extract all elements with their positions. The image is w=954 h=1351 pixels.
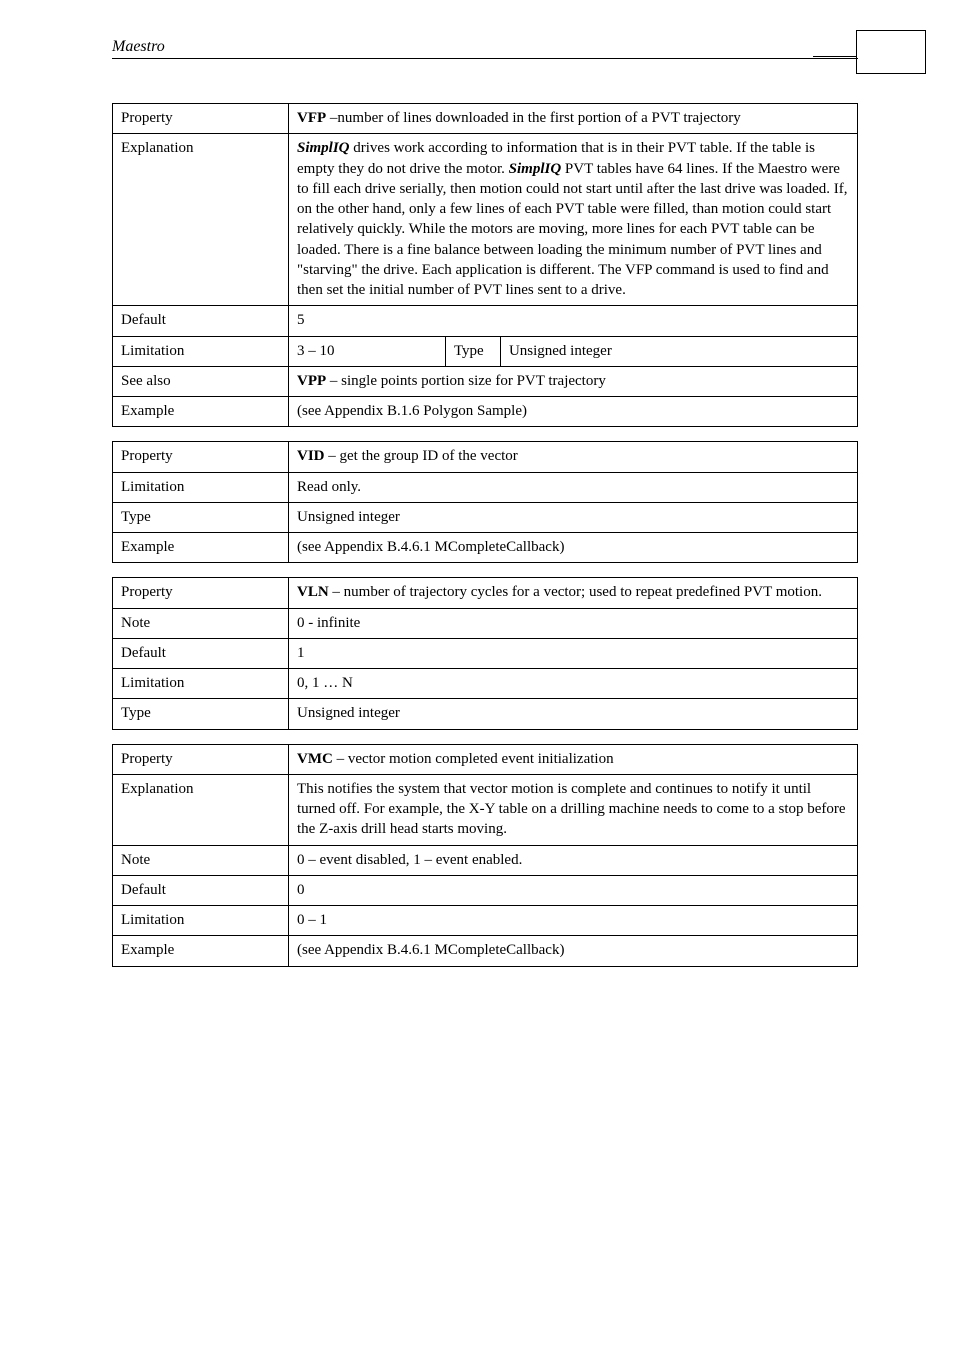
- row-label: Limitation: [113, 472, 289, 502]
- property-name: VLN: [297, 584, 329, 600]
- row-label: Default: [113, 306, 289, 336]
- page-header-title: Maestro: [112, 38, 858, 56]
- row-value: 0 – 1: [289, 906, 858, 936]
- row-value: (see Appendix B.4.6.1 MCompleteCallback): [289, 936, 858, 966]
- row-value: Unsigned integer: [289, 699, 858, 729]
- row-value: VID – get the group ID of the vector: [289, 442, 858, 472]
- table-row: Default 5: [113, 306, 858, 336]
- row-label: Limitation: [113, 336, 289, 366]
- property-name: VFP: [297, 110, 326, 126]
- row-label: See also: [113, 366, 289, 396]
- table-vln: Property VLN – number of trajectory cycl…: [112, 577, 858, 729]
- row-value: This notifies the system that vector mot…: [289, 774, 858, 845]
- see-also-desc: – single points portion size for PVT tra…: [326, 373, 606, 389]
- table-row: Type Unsigned integer: [113, 502, 858, 532]
- row-label: Limitation: [113, 906, 289, 936]
- row-label: Property: [113, 744, 289, 774]
- table-row: Property VFP –number of lines downloaded…: [113, 104, 858, 134]
- row-value: 0 - infinite: [289, 608, 858, 638]
- row-label: Property: [113, 104, 289, 134]
- see-also-name: VPP: [297, 373, 326, 389]
- row-value: Unsigned integer: [289, 502, 858, 532]
- table-row: Type Unsigned integer: [113, 699, 858, 729]
- header-rule: [112, 58, 858, 59]
- row-label: Property: [113, 578, 289, 608]
- property-name: VMC: [297, 751, 333, 767]
- table-vmc: Property VMC – vector motion completed e…: [112, 744, 858, 967]
- row-label: Note: [113, 608, 289, 638]
- row-value: VMC – vector motion completed event init…: [289, 744, 858, 774]
- table-row: Note 0 - infinite: [113, 608, 858, 638]
- table-row: Explanation This notifies the system tha…: [113, 774, 858, 845]
- row-label: Explanation: [113, 134, 289, 306]
- table-row: See also VPP – single points portion siz…: [113, 366, 858, 396]
- row-value: 0: [289, 875, 858, 905]
- row-value: VLN – number of trajectory cycles for a …: [289, 578, 858, 608]
- table-row: Note 0 – event disabled, 1 – event enabl…: [113, 845, 858, 875]
- row-value: 1: [289, 638, 858, 668]
- table-row: Example (see Appendix B.1.6 Polygon Samp…: [113, 397, 858, 427]
- table-row: Limitation 0, 1 … N: [113, 669, 858, 699]
- table-row: Property VMC – vector motion completed e…: [113, 744, 858, 774]
- row-value: SimplIQ drives work according to informa…: [289, 134, 858, 306]
- property-desc: – vector motion completed event initiali…: [333, 751, 614, 767]
- page-number-frame: [856, 30, 926, 74]
- explanation-text: PVT tables have 64 lines. If the Maestro…: [297, 161, 848, 299]
- row-label: Default: [113, 875, 289, 905]
- table-row: Property VLN – number of trajectory cycl…: [113, 578, 858, 608]
- table-row: Property VID – get the group ID of the v…: [113, 442, 858, 472]
- property-name: VID: [297, 448, 325, 464]
- table-row: Default 1: [113, 638, 858, 668]
- row-value: 0, 1 … N: [289, 669, 858, 699]
- table-row: Explanation SimplIQ drives work accordin…: [113, 134, 858, 306]
- type-value: Unsigned integer: [500, 336, 857, 366]
- table-row: Example (see Appendix B.4.6.1 MCompleteC…: [113, 533, 858, 563]
- table-vid: Property VID – get the group ID of the v…: [112, 441, 858, 563]
- row-label: Example: [113, 397, 289, 427]
- product-name: SimplIQ: [297, 140, 350, 156]
- property-desc: –number of lines downloaded in the first…: [326, 110, 741, 126]
- row-label: Type: [113, 699, 289, 729]
- table-row: Limitation Read only.: [113, 472, 858, 502]
- limitation-value: 3 – 10: [289, 336, 446, 366]
- row-label: Explanation: [113, 774, 289, 845]
- row-value: Read only.: [289, 472, 858, 502]
- row-value: 5: [289, 306, 858, 336]
- table-vfp: Property VFP –number of lines downloaded…: [112, 103, 858, 427]
- table-row: Default 0: [113, 875, 858, 905]
- row-label: Note: [113, 845, 289, 875]
- row-label: Type: [113, 502, 289, 532]
- row-label: Property: [113, 442, 289, 472]
- row-value: (see Appendix B.4.6.1 MCompleteCallback): [289, 533, 858, 563]
- row-label: Example: [113, 533, 289, 563]
- table-row: Example (see Appendix B.4.6.1 MCompleteC…: [113, 936, 858, 966]
- row-value: 0 – event disabled, 1 – event enabled.: [289, 845, 858, 875]
- row-label: Default: [113, 638, 289, 668]
- property-desc: – get the group ID of the vector: [325, 448, 518, 464]
- row-value: VPP – single points portion size for PVT…: [289, 366, 858, 396]
- type-label: Type: [445, 336, 500, 366]
- table-row: Limitation 3 – 10 Type Unsigned integer: [113, 336, 858, 366]
- row-label: Limitation: [113, 669, 289, 699]
- table-row: Limitation 0 – 1: [113, 906, 858, 936]
- property-desc: – number of trajectory cycles for a vect…: [329, 584, 822, 600]
- row-value: (see Appendix B.1.6 Polygon Sample): [289, 397, 858, 427]
- row-value: VFP –number of lines downloaded in the f…: [289, 104, 858, 134]
- product-name: SimplIQ: [509, 161, 562, 177]
- row-label: Example: [113, 936, 289, 966]
